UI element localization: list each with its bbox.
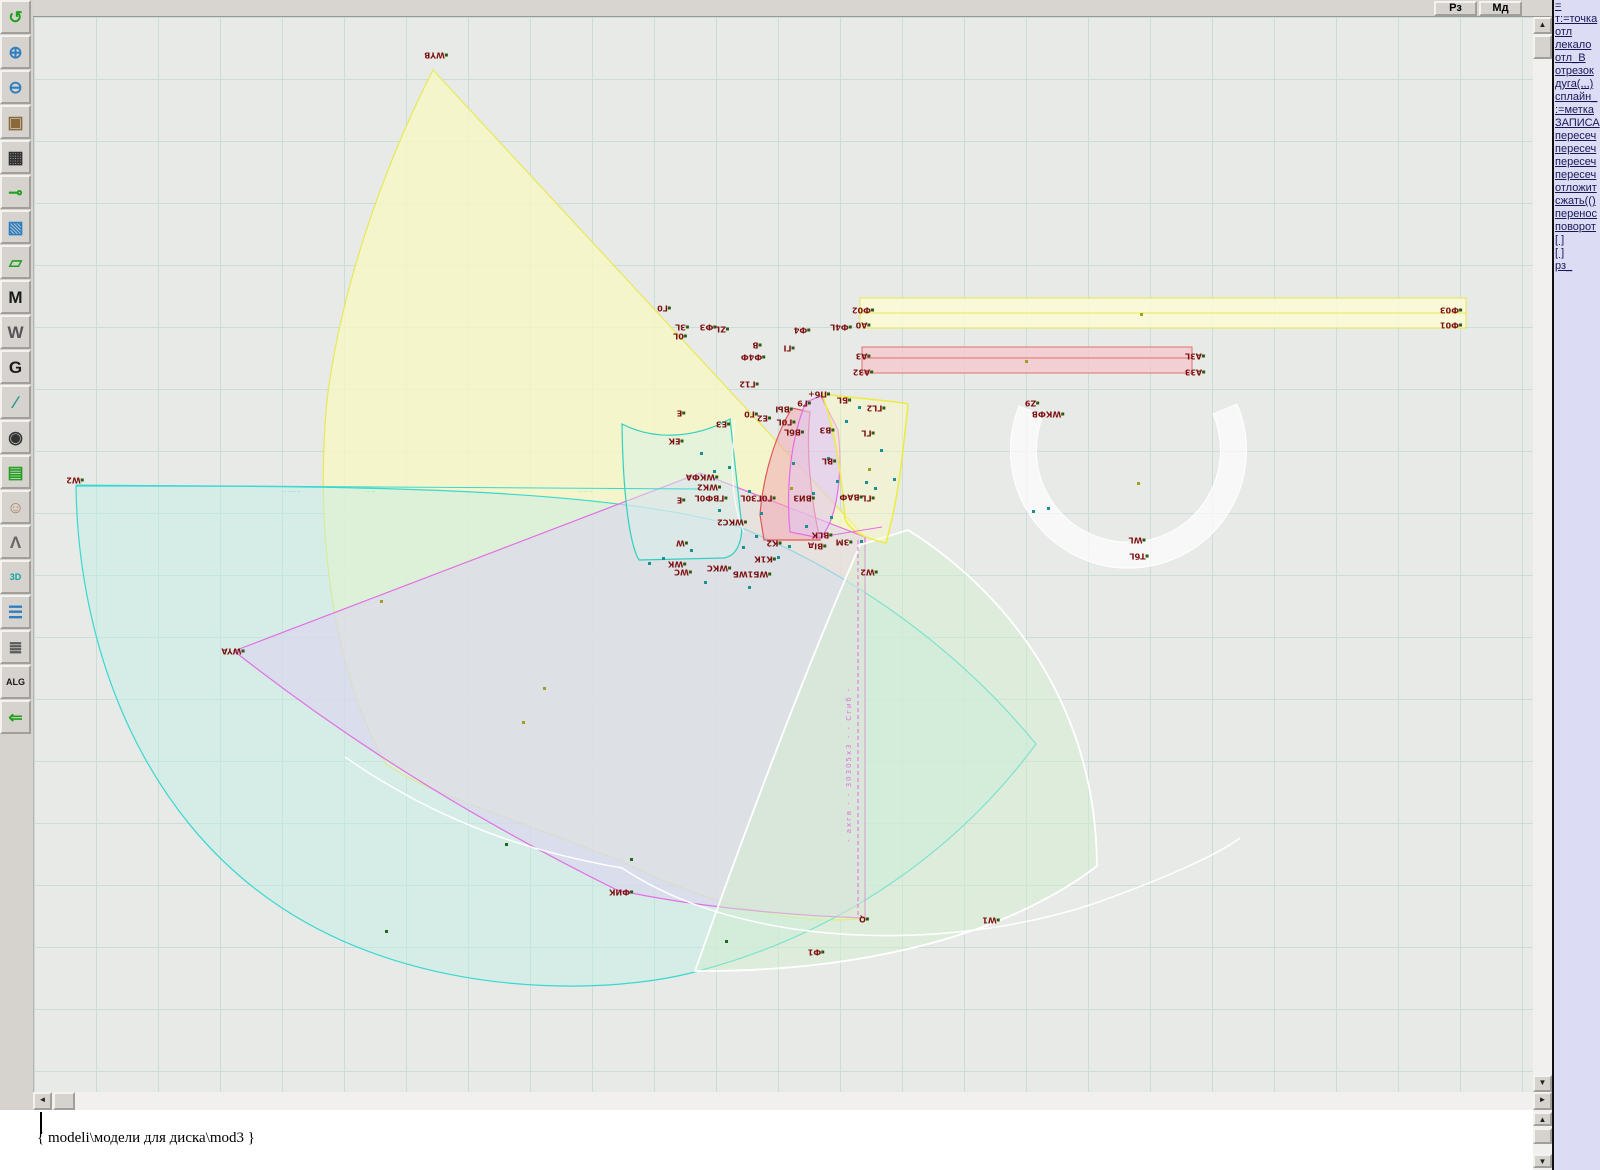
image-icon: ▧ [7,219,23,236]
canvas-horizontal-scrollbar[interactable]: ◄ ► [33,1092,1552,1110]
refresh-icon: ↺ [8,9,22,26]
command-item[interactable]: = [1554,0,1600,13]
notes-icon: ☰ [8,604,23,621]
zoom-in-icon-button[interactable]: ⊕ [0,35,31,69]
command-item[interactable]: пересеч [1554,156,1600,169]
command-item[interactable]: пересеч [1554,143,1600,156]
ruler-icon: ∕ [14,394,17,411]
command-list-panel: =т:=точкаотллекалоотл_Вотрезокдуга(,,,)с… [1552,0,1600,1170]
compass-w-icon-button[interactable]: W [0,315,31,349]
tab-rz[interactable]: Рз [1434,1,1477,16]
horizontal-scroll-thumb[interactable] [53,1092,75,1110]
command-area-scrollbar[interactable]: ▲ ▼ [1533,1110,1552,1170]
scroll-up-button[interactable]: ▲ [1533,1112,1552,1126]
scroll-left-button[interactable]: ◄ [33,1092,52,1110]
scroll-up-button[interactable]: ▲ [1533,17,1552,34]
command-item[interactable]: сплайн_ [1554,91,1600,104]
zoom-out-icon: ⊖ [8,79,22,96]
model-path-text: { modeli\модели для диска\mod3 } [37,1130,255,1147]
command-item[interactable]: рз_ [1554,260,1600,273]
scroll-down-button[interactable]: ▼ [1533,1154,1552,1168]
threed-icon: 3D [10,573,22,582]
command-item[interactable]: отл_В [1554,52,1600,65]
pattern-piece-icon-button[interactable]: ▱ [0,245,31,279]
grid-icon-button[interactable]: ▦ [0,140,31,174]
camera-icon-button[interactable]: ◉ [0,420,31,454]
table-icon: ▤ [7,464,23,481]
compass-w-icon: W [7,324,23,341]
exit-icon: ⇐ [8,709,22,726]
portrait-icon-button[interactable]: ☺ [0,490,31,524]
alg-icon-button[interactable]: ALG [0,665,31,699]
preview-piece-icon: ▣ [7,114,23,131]
zoom-in-icon: ⊕ [8,44,22,61]
table-icon-button[interactable]: ▤ [0,455,31,489]
vertical-scroll-thumb[interactable] [1533,35,1552,59]
grid-icon: ▦ [7,149,23,166]
preview-piece-icon-button[interactable]: ▣ [0,105,31,139]
pattern-m-icon: M [8,289,22,306]
grading-g-icon-button[interactable]: G [0,350,31,384]
command-item[interactable]: [ ] [1554,247,1600,260]
scroll-down-button[interactable]: ▼ [1533,1075,1552,1092]
threed-icon-button[interactable]: 3D [0,560,31,594]
command-item[interactable]: пересеч [1554,169,1600,182]
measure-segment-icon-button[interactable]: ⊸ [0,175,31,209]
grading-g-icon: G [9,359,22,376]
canvas-vertical-scrollbar[interactable]: ▲ ▼ [1533,17,1552,1092]
top-strip: Рз Мд [33,0,1552,17]
command-item[interactable]: т:=точка [1554,13,1600,26]
ruler-icon-button[interactable]: ∕ [0,385,31,419]
command-item[interactable]: пересеч [1554,130,1600,143]
scroll-right-button[interactable]: ► [1533,1092,1552,1110]
zoom-out-icon-button[interactable]: ⊖ [0,70,31,104]
exit-icon-button[interactable]: ⇐ [0,700,31,734]
books-icon: ≣ [8,639,22,656]
command-item[interactable]: сжать(() [1554,195,1600,208]
command-item[interactable]: поворот [1554,221,1600,234]
refresh-icon-button[interactable]: ↺ [0,0,31,34]
image-icon-button[interactable]: ▧ [0,210,31,244]
command-item[interactable]: лекало [1554,39,1600,52]
mini-scroll-thumb[interactable] [1533,1128,1552,1144]
pattern-canvas[interactable] [33,17,1533,1092]
measure-segment-icon: ⊸ [8,184,22,201]
command-item[interactable]: [ ] [1554,234,1600,247]
pattern-m-icon-button[interactable]: M [0,280,31,314]
command-item[interactable]: :=метка [1554,104,1600,117]
grazia-cad-window: ↺ ⊕ ⊖ ▣ ▦ ⊸ ▧ ▱ M W G ∕ ◉ ▤ ☺ Λ 3D ☰ ≣ ALG ⇐ Рз Мд [0,0,1600,1170]
portrait-icon: ☺ [7,499,24,516]
pattern-piece-icon: ▱ [9,254,22,271]
notes-icon-button[interactable]: ☰ [0,595,31,629]
garment-icon: Λ [10,534,21,551]
command-item[interactable]: отрезок [1554,65,1600,78]
left-toolbar: ↺ ⊕ ⊖ ▣ ▦ ⊸ ▧ ▱ M W G ∕ ◉ ▤ ☺ Λ 3D ☰ ≣ ALG ⇐ [0,0,33,1110]
command-item[interactable]: ЗАПИСА [1554,117,1600,130]
camera-icon: ◉ [8,429,23,446]
command-item[interactable]: перенос [1554,208,1600,221]
alg-icon: ALG [6,678,25,687]
command-item[interactable]: отл [1554,26,1600,39]
books-icon-button[interactable]: ≣ [0,630,31,664]
command-item[interactable]: отложит [1554,182,1600,195]
garment-icon-button[interactable]: Λ [0,525,31,559]
command-item[interactable]: дуга(,,,) [1554,78,1600,91]
tab-md[interactable]: Мд [1479,1,1522,16]
